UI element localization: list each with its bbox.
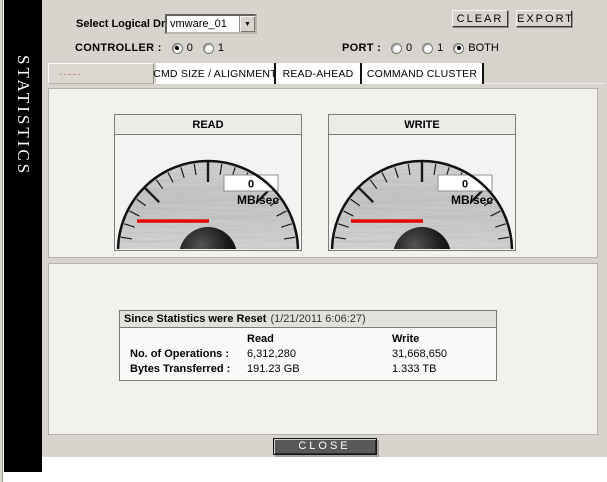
close-button[interactable]: CLOSE xyxy=(273,438,377,455)
gauge-value: 0 xyxy=(462,179,468,191)
export-button[interactable]: EXPORT xyxy=(516,10,572,27)
write-gauge-dial: 0 MB/sec xyxy=(329,135,515,250)
page-title: STATISTICS xyxy=(13,55,33,176)
stats-reset-date: (1/21/2011 6:06:27) xyxy=(270,313,365,325)
controller-1-radio[interactable]: 1 xyxy=(203,42,224,54)
radio-label: BOTH xyxy=(468,42,499,54)
radio-icon xyxy=(203,43,214,54)
tab-read-ahead[interactable]: READ-AHEAD xyxy=(276,63,362,84)
radio-label: 1 xyxy=(218,42,224,54)
gauges-panel: READ xyxy=(48,88,598,258)
write-gauge: WRITE xyxy=(328,114,516,251)
radio-icon xyxy=(422,43,433,54)
radio-selected-icon xyxy=(172,43,183,54)
gauge-unit: MB/sec xyxy=(451,193,493,207)
read-operations-value: 6,312,280 xyxy=(247,348,392,360)
write-column-header: Write xyxy=(392,333,496,345)
write-gauge-title: WRITE xyxy=(329,115,515,135)
filter-row: CONTROLLER : 0 1 PORT : 0 1 BOTH xyxy=(75,40,595,56)
write-bytes-value: 1.333 TB xyxy=(392,363,496,375)
read-gauge-dial: 0 MB/sec xyxy=(115,135,301,250)
dropdown-arrow-icon[interactable]: ▼ xyxy=(239,16,255,32)
gauge-unit: MB/sec xyxy=(237,193,279,207)
gauge-value: 0 xyxy=(248,179,254,191)
footer: CLOSE xyxy=(42,435,607,457)
stats-table: Since Statistics were Reset (1/21/2011 6… xyxy=(119,310,497,381)
left-edge-strip xyxy=(0,0,3,482)
radio-label: 1 xyxy=(437,42,443,54)
tab-command-cluster[interactable]: COMMAND CLUSTER xyxy=(362,63,484,84)
row-label: No. of Operations : xyxy=(120,348,247,360)
radio-label: 0 xyxy=(187,42,193,54)
stats-table-header: Since Statistics were Reset (1/21/2011 6… xyxy=(120,311,496,328)
logical-drive-select[interactable]: vmware_01 ▼ xyxy=(165,14,257,34)
row-label: Bytes Transferred : xyxy=(120,363,247,375)
write-operations-value: 31,668,650 xyxy=(392,348,496,360)
port-both-radio[interactable]: BOTH xyxy=(453,42,499,54)
read-gauge: READ xyxy=(114,114,302,251)
sidebar: STATISTICS xyxy=(4,0,42,472)
radio-selected-icon xyxy=(453,43,464,54)
clear-button[interactable]: CLEAR xyxy=(452,10,508,27)
tab-current-label: ----- xyxy=(59,68,81,80)
port-label: PORT : xyxy=(342,42,381,54)
radio-icon xyxy=(391,43,402,54)
port-0-radio[interactable]: 0 xyxy=(391,42,412,54)
main-panel: Select Logical Drive : vmware_01 ▼ CLEAR… xyxy=(42,0,607,457)
stats-panel: Since Statistics were Reset (1/21/2011 6… xyxy=(48,263,598,435)
stats-title: Since Statistics were Reset xyxy=(124,313,266,325)
stats-column-headers: Read Write xyxy=(120,331,496,346)
table-row: Bytes Transferred : 191.23 GB 1.333 TB xyxy=(120,361,496,376)
tab-strip: ----- CMD SIZE / ALIGNMENT READ-AHEAD CO… xyxy=(48,63,604,84)
port-1-radio[interactable]: 1 xyxy=(422,42,443,54)
toolbar-buttons: CLEAR EXPORT xyxy=(452,10,572,27)
page: STATISTICS Select Logical Drive : vmware… xyxy=(0,0,607,482)
toolbar: Select Logical Drive : vmware_01 ▼ CLEAR… xyxy=(42,0,607,38)
controller-0-radio[interactable]: 0 xyxy=(172,42,193,54)
logical-drive-value: vmware_01 xyxy=(167,18,239,30)
radio-label: 0 xyxy=(406,42,412,54)
read-bytes-value: 191.23 GB xyxy=(247,363,392,375)
table-row: No. of Operations : 6,312,280 31,668,650 xyxy=(120,346,496,361)
read-gauge-title: READ xyxy=(115,115,301,135)
tab-current[interactable]: ----- xyxy=(48,63,154,84)
read-column-header: Read xyxy=(247,333,392,345)
tab-cmd-size-alignment[interactable]: CMD SIZE / ALIGNMENT xyxy=(156,63,276,84)
controller-label: CONTROLLER : xyxy=(75,42,162,54)
